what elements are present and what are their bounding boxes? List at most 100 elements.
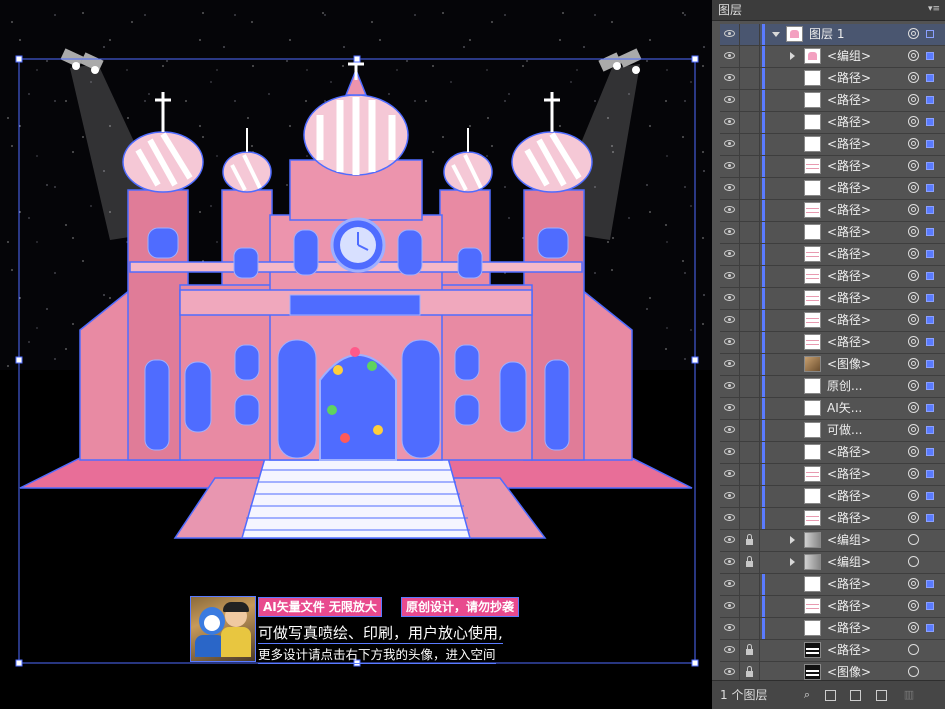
visibility-toggle[interactable] (720, 508, 740, 529)
visibility-toggle[interactable] (720, 574, 740, 595)
lock-toggle[interactable] (740, 134, 760, 155)
lock-toggle[interactable] (740, 574, 760, 595)
lock-toggle[interactable] (740, 596, 760, 617)
visibility-toggle[interactable] (720, 354, 740, 375)
locate-object-icon[interactable]: ⌕ (800, 688, 814, 702)
selection-indicator[interactable] (926, 30, 934, 38)
layer-row[interactable]: <路径> (720, 596, 945, 618)
lock-toggle[interactable] (740, 354, 760, 375)
target-circle-icon[interactable] (908, 490, 919, 501)
visibility-toggle[interactable] (720, 134, 740, 155)
layer-row[interactable]: <路径> (720, 486, 945, 508)
target-circle-icon[interactable] (908, 402, 919, 413)
selection-indicator[interactable] (926, 250, 934, 258)
selection-indicator[interactable] (926, 52, 934, 60)
target-circle-icon[interactable] (908, 446, 919, 457)
selection-indicator[interactable] (926, 338, 934, 346)
selection-indicator[interactable] (926, 492, 934, 500)
selection-indicator[interactable] (926, 162, 934, 170)
expand-arrow-icon[interactable] (790, 558, 795, 566)
layer-row[interactable]: <路径> (720, 508, 945, 530)
lock-toggle[interactable] (740, 222, 760, 243)
layer-row[interactable]: <路径> (720, 134, 945, 156)
expand-arrow-icon[interactable] (790, 52, 795, 60)
target-circle-icon[interactable] (908, 336, 919, 347)
layer-row[interactable]: <路径> (720, 178, 945, 200)
target-circle-icon[interactable] (908, 358, 919, 369)
copyright-info-box[interactable]: AI矢量文件 无限放大 原创设计，请勿抄袭 可做写真喷绘、印刷，用户放心使用, … (190, 596, 530, 664)
target-circle-icon[interactable] (908, 226, 919, 237)
visibility-toggle[interactable] (720, 200, 740, 221)
target-circle-icon[interactable] (908, 424, 919, 435)
lock-toggle[interactable] (740, 332, 760, 353)
lock-toggle[interactable] (740, 24, 760, 45)
selection-indicator[interactable] (926, 382, 934, 390)
lock-toggle[interactable] (740, 310, 760, 331)
visibility-toggle[interactable] (720, 420, 740, 441)
lock-toggle[interactable] (740, 266, 760, 287)
target-circle-icon[interactable] (908, 270, 919, 281)
target-circle-icon[interactable] (908, 72, 919, 83)
collapse-arrow-icon[interactable] (772, 32, 780, 37)
panel-menu-icon[interactable]: ▾≡ (927, 2, 941, 16)
lock-toggle[interactable] (740, 640, 760, 661)
target-circle-icon[interactable] (908, 666, 919, 677)
visibility-toggle[interactable] (720, 618, 740, 639)
selection-indicator[interactable] (926, 580, 934, 588)
visibility-toggle[interactable] (720, 376, 740, 397)
layer-row[interactable]: <路径> (720, 574, 945, 596)
layer-row[interactable]: <路径> (720, 464, 945, 486)
expand-arrow-icon[interactable] (790, 536, 795, 544)
selection-indicator[interactable] (926, 514, 934, 522)
target-circle-icon[interactable] (908, 94, 919, 105)
layer-row[interactable]: <路径> (720, 90, 945, 112)
visibility-toggle[interactable] (720, 156, 740, 177)
target-circle-icon[interactable] (908, 622, 919, 633)
layer-row[interactable]: <路径> (720, 442, 945, 464)
selection-indicator[interactable] (926, 426, 934, 434)
target-circle-icon[interactable] (908, 138, 919, 149)
target-circle-icon[interactable] (908, 204, 919, 215)
target-circle-icon[interactable] (908, 182, 919, 193)
target-circle-icon[interactable] (908, 512, 919, 523)
lock-toggle[interactable] (740, 618, 760, 639)
lock-toggle[interactable] (740, 530, 760, 551)
target-circle-icon[interactable] (908, 600, 919, 611)
visibility-toggle[interactable] (720, 178, 740, 199)
layer-row[interactable]: <路径> (720, 112, 945, 134)
layer-row[interactable]: AI矢... (720, 398, 945, 420)
selection-indicator[interactable] (926, 272, 934, 280)
visibility-toggle[interactable] (720, 24, 740, 45)
visibility-toggle[interactable] (720, 68, 740, 89)
lock-toggle[interactable] (740, 46, 760, 67)
layer-row[interactable]: <路径> (720, 244, 945, 266)
target-circle-icon[interactable] (908, 468, 919, 479)
visibility-toggle[interactable] (720, 244, 740, 265)
selection-indicator[interactable] (926, 118, 934, 126)
selection-indicator[interactable] (926, 96, 934, 104)
artboard-canvas[interactable]: AI矢量文件 无限放大 原创设计，请勿抄袭 可做写真喷绘、印刷，用户放心使用, … (0, 0, 712, 708)
lock-toggle[interactable] (740, 376, 760, 397)
selection-indicator[interactable] (926, 448, 934, 456)
target-circle-icon[interactable] (908, 644, 919, 655)
selection-indicator[interactable] (926, 624, 934, 632)
selection-indicator[interactable] (926, 470, 934, 478)
selection-indicator[interactable] (926, 74, 934, 82)
lock-toggle[interactable] (740, 112, 760, 133)
layer-row[interactable]: <编组> (720, 552, 945, 574)
layer-row[interactable]: <路径> (720, 332, 945, 354)
layer-row[interactable]: 原创... (720, 376, 945, 398)
visibility-toggle[interactable] (720, 90, 740, 111)
selection-indicator[interactable] (926, 602, 934, 610)
layers-list[interactable]: 图层 1 <编组> <路径> <路径> <路径> <路径> <路径> <路径> <路径> <路径>… (720, 24, 945, 684)
visibility-toggle[interactable] (720, 640, 740, 661)
layer-row[interactable]: <路径> (720, 222, 945, 244)
visibility-toggle[interactable] (720, 222, 740, 243)
layer-row[interactable]: <路径> (720, 266, 945, 288)
lock-toggle[interactable] (740, 244, 760, 265)
selection-indicator[interactable] (926, 206, 934, 214)
target-circle-icon[interactable] (908, 534, 919, 545)
target-circle-icon[interactable] (908, 248, 919, 259)
layer-row[interactable]: <路径> (720, 288, 945, 310)
lock-toggle[interactable] (740, 288, 760, 309)
